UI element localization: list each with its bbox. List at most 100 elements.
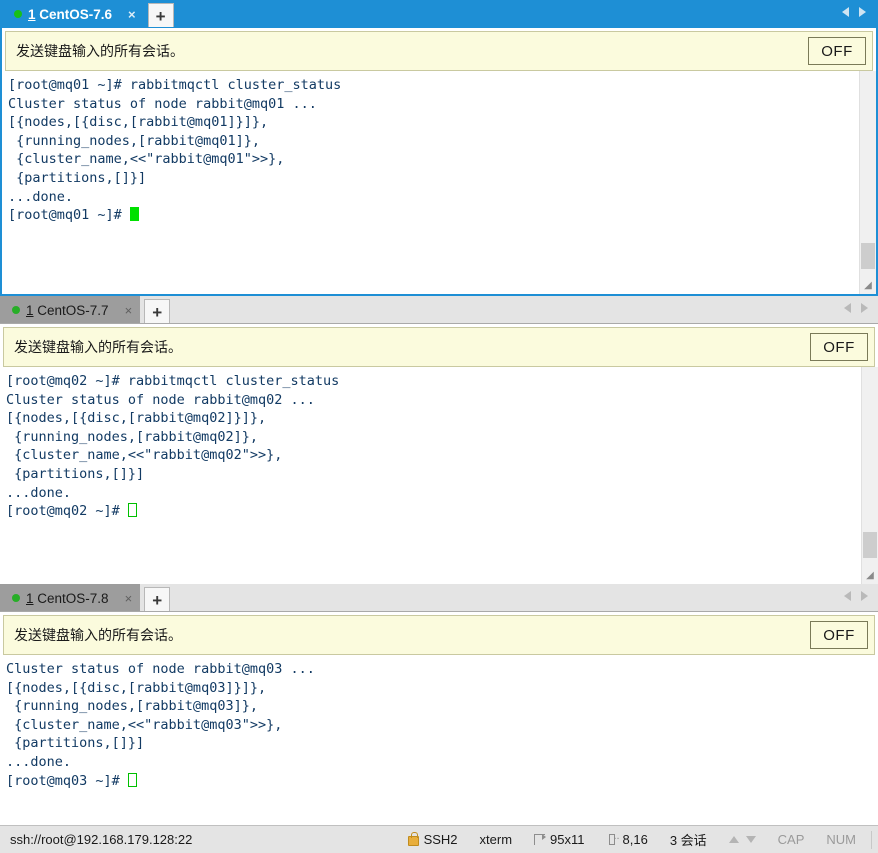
terminal-line: ...done.: [8, 188, 74, 205]
status-indicators: SSH2 xterm 95x11 8,16 3 会话 CAP NUM: [397, 830, 872, 849]
broadcast-toggle-2[interactable]: OFF: [810, 333, 868, 361]
terminal-wrap-3: Cluster status of node rabbit@mq03 ... [{…: [0, 655, 878, 825]
terminal-wrap-2: [root@mq02 ~]# rabbitmqctl cluster_statu…: [0, 367, 878, 584]
terminal-line: ...done.: [6, 484, 72, 501]
tab-bar-2[interactable]: 1 CentOS-7.7 × +: [0, 296, 878, 324]
terminal-line: [root@mq03 ~]#: [6, 772, 878, 791]
tab-nav-3: [844, 591, 868, 601]
upload-arrow-icon: [728, 836, 739, 843]
scrollbar-thumb[interactable]: [861, 243, 875, 269]
status-protocol: SSH2: [397, 832, 469, 847]
resize-icon: [534, 834, 547, 845]
terminal-cursor: [129, 207, 139, 222]
close-icon[interactable]: ×: [118, 7, 136, 22]
broadcast-bar-1: 发送键盘输入的所有会话。 OFF: [5, 31, 873, 71]
new-tab-button[interactable]: +: [144, 299, 171, 324]
next-tab-arrow-icon[interactable]: [861, 591, 868, 601]
tab-bar-underline: [0, 323, 878, 324]
next-tab-arrow-icon[interactable]: [859, 7, 866, 17]
terminal-line: [{nodes,[{disc,[rabbit@mq02]}]},: [6, 410, 267, 427]
status-protocol-label: SSH2: [423, 832, 458, 847]
terminal-line: Cluster status of node rabbit@mq02 ...: [6, 391, 315, 408]
resize-grip-icon[interactable]: ◢: [861, 279, 875, 293]
status-num-lock: NUM: [826, 832, 856, 847]
terminal-wrap-1: [root@mq01 ~]# rabbitmqctl cluster_statu…: [2, 71, 876, 294]
terminal-line: {running_nodes,[rabbit@mq02]},: [6, 428, 258, 445]
terminal-line: [root@mq02 ~]#: [6, 502, 861, 521]
status-term-type: xterm: [479, 832, 513, 847]
prev-tab-arrow-icon[interactable]: [844, 591, 851, 601]
status-bar: ssh://root@192.168.179.128:22 SSH2 xterm…: [0, 825, 878, 853]
status-cursor-position: 8,16: [596, 830, 659, 847]
status-window-size-label: 95x11: [550, 832, 585, 847]
terminal-line: [root@mq01 ~]#: [8, 206, 859, 225]
terminal-line: {cluster_name,<<"rabbit@mq01">>},: [8, 151, 285, 168]
status-connection: ssh://root@192.168.179.128:22: [10, 832, 193, 847]
terminal-output-3[interactable]: Cluster status of node rabbit@mq03 ... [{…: [0, 655, 878, 825]
status-caps-lock: CAP: [777, 832, 805, 847]
prev-tab-arrow-icon[interactable]: [844, 303, 851, 313]
session-pane-3[interactable]: 1 CentOS-7.8 × + 发送键盘输入的所有会话。 OFF Cluste…: [0, 584, 878, 825]
terminal-cursor: [127, 503, 137, 518]
terminal-line: {running_nodes,[rabbit@mq03]},: [6, 698, 258, 715]
terminal-line: {running_nodes,[rabbit@mq01]},: [8, 132, 260, 149]
tab-centos-7-6[interactable]: 1 CentOS-7.6 ×: [2, 0, 144, 28]
tab-nav-2: [844, 303, 868, 313]
broadcast-label-1: 发送键盘输入的所有会话。: [16, 44, 184, 60]
tab-nav-1: [842, 7, 866, 17]
close-icon[interactable]: ×: [115, 303, 133, 318]
tab-centos-7-8[interactable]: 1 CentOS-7.8 ×: [0, 584, 141, 612]
session-panes: 1 CentOS-7.6 × + 发送键盘输入的所有会话。 OFF [root@…: [0, 0, 878, 825]
prev-tab-arrow-icon[interactable]: [842, 7, 849, 17]
tab-label-1: 1 CentOS-7.6: [28, 6, 113, 22]
terminal-line: {partitions,[]}]: [6, 465, 145, 482]
connected-dot-icon: [12, 306, 20, 314]
cursor-icon: [607, 830, 620, 845]
terminal-output-2[interactable]: [root@mq02 ~]# rabbitmqctl cluster_statu…: [0, 367, 861, 584]
status-window-size: 95x11: [523, 832, 595, 847]
terminal-line: {cluster_name,<<"rabbit@mq02">>},: [6, 447, 283, 464]
vertical-scrollbar-1[interactable]: ◢: [859, 71, 876, 294]
scrollbar-thumb[interactable]: [863, 532, 877, 558]
terminal-output-1[interactable]: [root@mq01 ~]# rabbitmqctl cluster_statu…: [2, 71, 859, 294]
tab-centos-7-7[interactable]: 1 CentOS-7.7 ×: [0, 296, 141, 324]
terminal-line: {partitions,[]}]: [8, 169, 147, 186]
tab-bar-3[interactable]: 1 CentOS-7.8 × +: [0, 584, 878, 612]
new-tab-button[interactable]: +: [144, 587, 171, 612]
terminal-line: Cluster status of node rabbit@mq03 ...: [6, 661, 315, 677]
broadcast-bar-3: 发送键盘输入的所有会话。 OFF: [3, 615, 875, 655]
session-pane-2[interactable]: 1 CentOS-7.7 × + 发送键盘输入的所有会话。 OFF [root@…: [0, 296, 878, 584]
session-pane-1[interactable]: 1 CentOS-7.6 × + 发送键盘输入的所有会话。 OFF [root@…: [0, 0, 878, 296]
terminal-cursor: [127, 772, 137, 787]
resize-grip-icon[interactable]: ◢: [863, 569, 877, 583]
new-tab-button[interactable]: +: [147, 3, 174, 28]
status-divider: [871, 830, 872, 849]
tab-label-3: 1 CentOS-7.8: [26, 590, 109, 606]
connected-dot-icon: [14, 10, 22, 18]
broadcast-label-2: 发送键盘输入的所有会话。: [14, 340, 182, 356]
tab-bar-underline: [0, 611, 878, 612]
broadcast-toggle-1[interactable]: OFF: [808, 37, 866, 65]
lock-icon: [407, 832, 419, 846]
secure-crt-window: 1 CentOS-7.6 × + 发送键盘输入的所有会话。 OFF [root@…: [0, 0, 878, 853]
tab-label-2: 1 CentOS-7.7: [26, 302, 109, 318]
terminal-line: {partitions,[]}]: [6, 735, 145, 752]
status-transfer-arrows: [718, 836, 767, 843]
status-session-count: 3 会话: [669, 833, 707, 848]
terminal-line: {cluster_name,<<"rabbit@mq03">>},: [6, 716, 283, 733]
connected-dot-icon: [12, 594, 20, 602]
terminal-line: [root@mq01 ~]# rabbitmqctl cluster_statu…: [8, 77, 342, 93]
tab-bar-1[interactable]: 1 CentOS-7.6 × +: [2, 0, 876, 28]
vertical-scrollbar-2[interactable]: ◢: [861, 367, 878, 584]
terminal-line: Cluster status of node rabbit@mq01 ...: [8, 95, 317, 112]
terminal-line: [root@mq02 ~]# rabbitmqctl cluster_statu…: [6, 373, 340, 389]
broadcast-toggle-3[interactable]: OFF: [810, 621, 868, 649]
broadcast-label-3: 发送键盘输入的所有会话。: [14, 628, 182, 644]
next-tab-arrow-icon[interactable]: [861, 303, 868, 313]
terminal-line: [{nodes,[{disc,[rabbit@mq03]}]},: [6, 679, 267, 696]
close-icon[interactable]: ×: [115, 591, 133, 606]
terminal-line: ...done.: [6, 753, 72, 770]
broadcast-bar-2: 发送键盘输入的所有会话。 OFF: [3, 327, 875, 367]
status-cursor-position-label: 8,16: [622, 832, 648, 847]
download-arrow-icon: [745, 836, 756, 843]
